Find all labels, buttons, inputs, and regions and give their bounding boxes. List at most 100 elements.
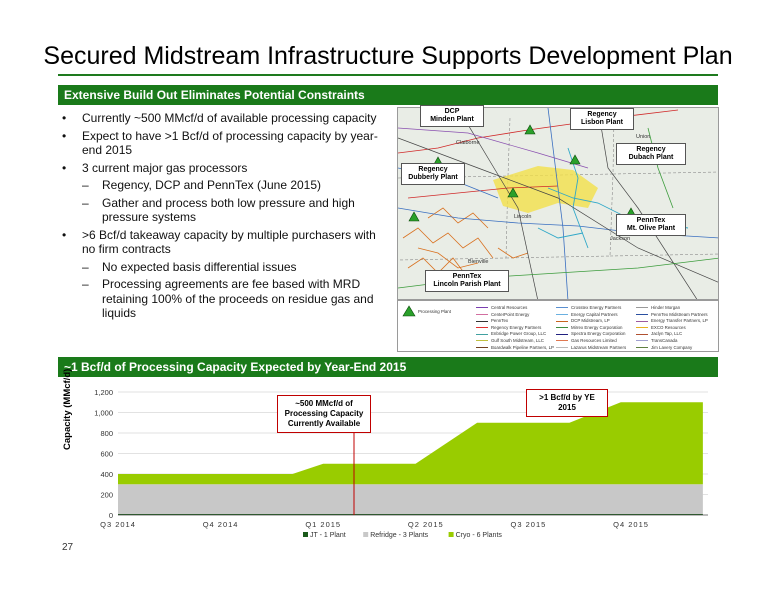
legend-label: Central Resources [491,305,528,310]
plant-label-regency-dubach: Regency Dubach Plant [616,143,686,165]
bullet-text: Currently ~500 MMcf/d of available proce… [82,111,377,125]
legend-swatch [636,327,648,329]
area-series [118,402,703,485]
legend-label: Energy Transfer Partners, LP [651,318,708,324]
section-heading-constraints: Extensive Build Out Eliminates Potential… [58,85,718,105]
legend-swatch [476,333,488,335]
legend-swatch [636,307,648,309]
x-tick-label: Q1 2015 [305,520,341,529]
x-tick-label: Q4 2014 [203,520,239,529]
plant-label-text: Regency Lisbon Plant [581,111,623,126]
legend-swatch [556,346,568,348]
legend-label: JT - 1 Plant [310,532,346,539]
place-label: Jackson [610,236,630,242]
legend-item: TransCanada [636,338,677,343]
sub-bullet-item: – Processing agreements are fee based wit… [60,277,380,321]
legend-swatch [476,327,488,329]
legend-label: Lazarus Midstream Partners [571,344,627,350]
legend-item: Crosstex Energy Partners [556,305,621,310]
title-divider [58,74,718,76]
legend-label: Mirrex Energy Corporation [571,324,623,330]
legend-swatch [476,320,488,322]
legend-swatch [636,333,648,335]
legend-item: Gulf South Midstream, LLC [476,338,544,343]
y-tick-label: 0 [109,511,113,520]
legend-label: Boardwalk Pipeline Partners, LP [491,344,554,350]
sub-bullet-item: – Regency, DCP and PennTex (June 2015) [60,178,380,193]
plant-label-penntex-lincoln: PennTex Lincoln Parish Plant [425,270,509,292]
legend-swatch [636,313,648,315]
bullet-dot: • [62,160,67,175]
legend-item: Mirrex Energy Corporation [556,325,623,330]
bullet-item: • Currently ~500 MMcf/d of available proc… [60,111,380,126]
legend-swatch [556,333,568,335]
plant-label-regency-dubberly: Regency Dubberly Plant [401,163,465,185]
map-legend: Processing Plant Central Resources Crosst… [397,300,719,352]
legend-label: Refridge - 3 Plants [370,532,428,539]
x-tick-label: Q2 2015 [408,520,444,529]
legend-swatch [636,340,648,342]
legend-item: Jaclyn Tap, LLC [636,331,682,336]
x-tick-label: Q4 2015 [613,520,649,529]
legend-item: Central Resources [476,305,527,310]
legend-swatch [636,320,648,322]
legend-swatch [363,532,369,537]
legend-item: PennTex [476,318,508,323]
legend-swatch [448,532,454,537]
legend-item: EXCO Resources [636,325,686,330]
legend-label: Jim Lavery Company [651,344,693,350]
legend-label: EXCO Resources [651,324,686,330]
legend-label: Spectra Energy Corporation [571,331,626,337]
x-tick-label: Q3 2014 [100,520,136,529]
legend-swatch [303,532,308,537]
bullet-dot: • [62,111,67,125]
legend-swatch [556,307,568,309]
place-label: Union [636,134,650,140]
legend-item: Regency Energy Partners [476,325,541,330]
legend-label: PennTex [491,318,509,324]
legend-label: Energy Capital Partners [571,311,618,317]
legend-label: CenterPoint Energy [491,311,530,317]
legend-label: Gulf South Midstream, LLC [491,338,544,343]
legend-item: Hinder Morgan [636,305,680,310]
bullet-text: Expect to have >1 Bcf/d of processing ca… [82,128,378,158]
bullet-text: 3 current major gas processors [82,160,248,175]
y-tick-label: 1,200 [94,388,113,397]
place-label: Lincoln [514,214,531,220]
legend-swatch [556,320,568,322]
x-tick-label: Q3 2015 [511,520,547,529]
legend-item: Energy Transfer Partners, LP [636,318,708,323]
legend-label: Crosstex Energy Partners [571,305,622,310]
sub-bullet-item: – Gather and process both low pressure an… [60,196,380,225]
legend-swatch [636,346,648,348]
y-tick-label: 600 [100,450,113,459]
bullet-text: >6 Bcf/d takeaway capacity by multiple p… [82,227,376,257]
capacity-area-chart: 0 200 400 600 800 1,000 1,200 Q3 2014 Q4 2014 Q1 … [94,388,708,539]
bullet-dot: • [62,128,67,143]
plant-triangle-icon [402,305,416,317]
legend-label: Cryo - 6 Plants [456,532,503,539]
legend-label: Enbridge Power Group, LLC [491,331,547,337]
legend-item: Gas Resources Limited [556,338,617,343]
legend-item: Energy Capital Partners [556,312,618,317]
legend-item: Boardwalk Pipeline Partners, LP [476,345,554,350]
annotation-text: ~500 MMcf/d of Processing Capacity Curre… [284,399,364,428]
legend-label: TransCanada [651,338,678,343]
sub-bullet-text: Gather and process both low pressure and… [102,195,355,225]
legend-swatch [556,313,568,315]
annotation-current-capacity: ~500 MMcf/d of Processing Capacity Curre… [277,395,371,433]
plant-label-text: Regency Dubberly Plant [408,166,458,181]
page-title: Secured Midstream Infrastructure Support… [43,42,733,70]
sub-bullet-text: Processing agreements are fee based with… [102,277,374,320]
sub-bullet-text: No expected basis differential issues [102,259,297,274]
sub-bullet-item: – No expected basis differential issues [60,260,380,275]
legend-item: Enbridge Power Group, LLC [476,331,546,336]
annotation-ye2015: >1 Bcf/d by YE 2015 [526,389,608,417]
plant-label-text: Regency Dubach Plant [628,146,674,161]
plant-label-dcp-minden: DCP Minden Plant [420,105,484,127]
legend-label: DCP Midstream, LP [571,318,610,324]
page-number: 27 [62,542,74,553]
plant-label-text: PennTex Mt. Olive Plant [626,217,676,232]
y-tick-label: 400 [100,470,113,479]
bullet-list: • Currently ~500 MMcf/d of available proc… [60,111,380,324]
